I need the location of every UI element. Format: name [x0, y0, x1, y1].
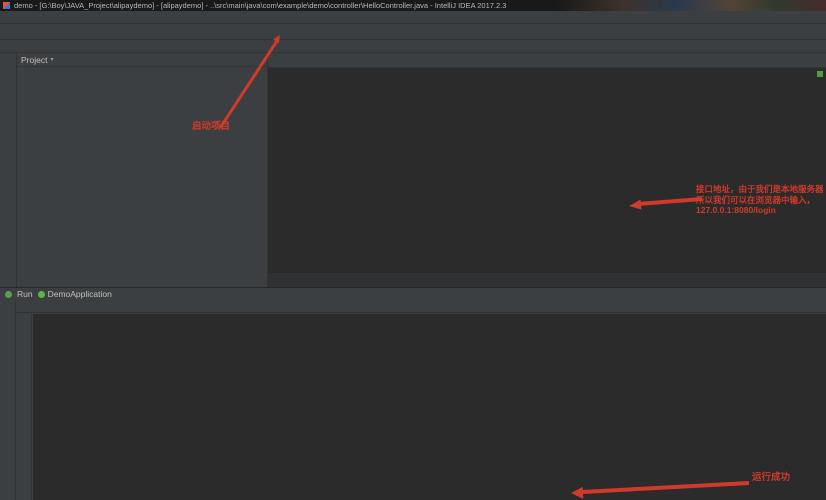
intellij-window: demo - [G:\Boy\JAVA_Project\alipaydemo] … — [0, 0, 826, 500]
console-toolbar — [17, 314, 32, 500]
editor — [268, 53, 826, 287]
run-panel-header: Run DemoApplication — [0, 288, 826, 300]
project-panel: Project ▾ — [17, 53, 268, 287]
run-panel-title: Run — [17, 289, 33, 299]
annotation-api-address: 接口地址，由于我们是本地服务器 所以我们可以在浏览器中输入， 127.0.0.1… — [696, 184, 824, 216]
editor-breadcrumb — [268, 273, 826, 287]
annotation-start-project: 启动项目 — [192, 118, 230, 132]
code-area[interactable] — [268, 68, 826, 273]
chevron-down-icon: ▾ — [50, 56, 53, 63]
tool-window-strip — [0, 53, 17, 287]
window-title: demo - [G:\Boy\JAVA_Project\alipaydemo] … — [14, 1, 506, 10]
project-panel-title[interactable]: Project — [21, 55, 47, 65]
inspection-indicator — [817, 71, 823, 77]
run-panel: Run DemoApplication — [0, 287, 826, 500]
run-config-tab[interactable]: DemoApplication — [38, 289, 112, 299]
title-bar: demo - [G:\Boy\JAVA_Project\alipaydemo] … — [0, 0, 826, 11]
menu-bar — [0, 11, 826, 24]
editor-tab-bar — [268, 53, 826, 68]
run-toolbar-outer — [0, 301, 16, 500]
spring-boot-icon — [38, 291, 45, 298]
project-panel-header: Project ▾ — [17, 53, 267, 67]
annotation-run-success: 运行成功 — [752, 469, 790, 483]
run-icon — [5, 291, 12, 298]
intellij-logo-icon — [3, 2, 10, 9]
main-area: Project ▾ — [0, 53, 826, 287]
run-tab-bar — [0, 300, 826, 313]
main-toolbar — [0, 24, 826, 40]
breadcrumb-bar — [0, 40, 826, 53]
console-output[interactable] — [33, 314, 826, 500]
